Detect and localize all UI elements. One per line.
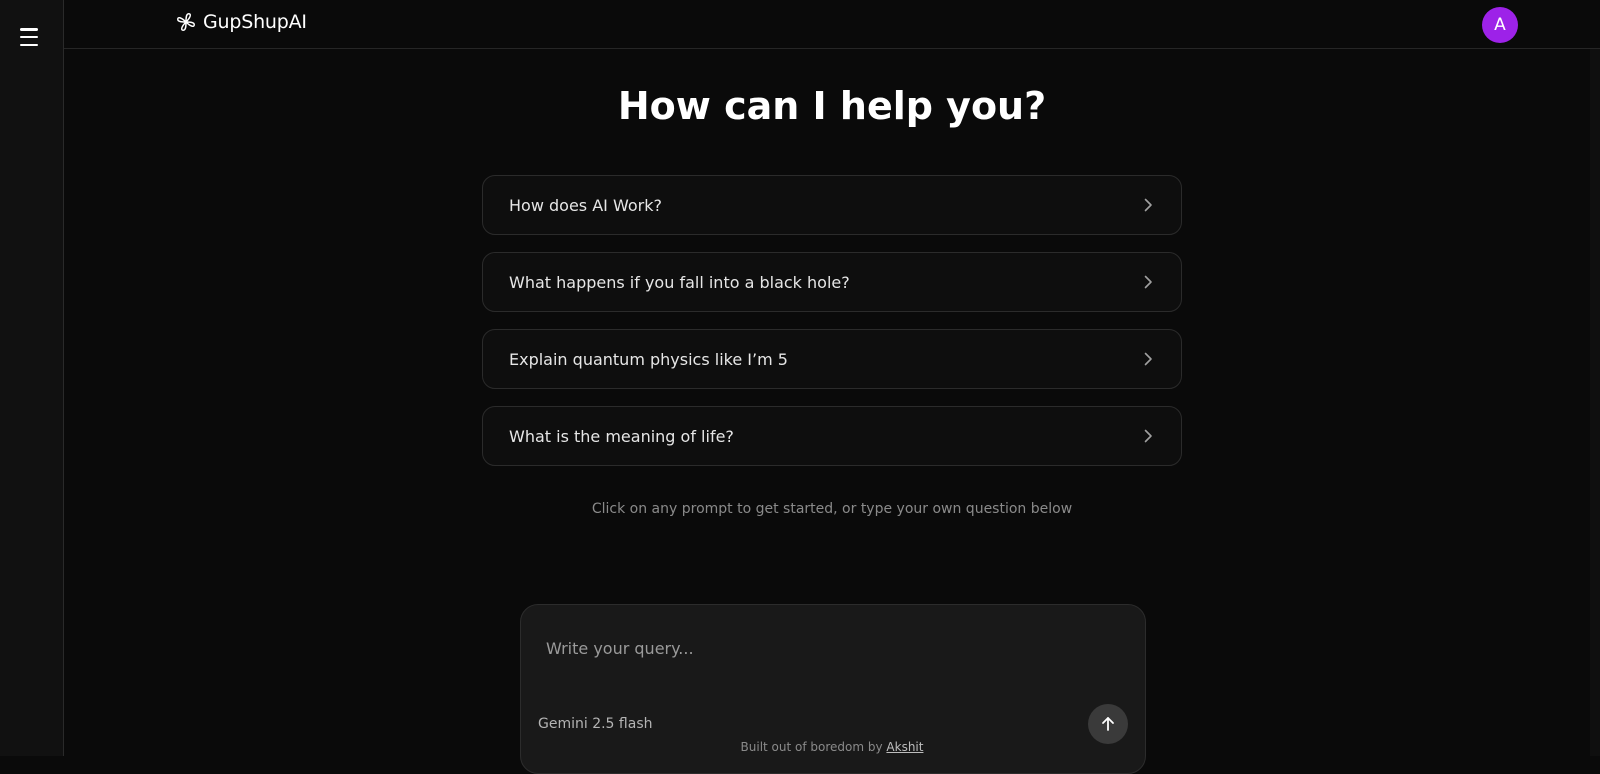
prompt-label: How does AI Work? [509,195,662,215]
prompt-hint: Click on any prompt to get started, or t… [591,501,1073,517]
arrow-up-icon [1102,717,1114,731]
top-bar: GupShupAI A [64,0,1600,49]
page-heading: How can I help you? [617,84,1047,128]
prompt-card[interactable]: What is the meaning of life? [482,406,1182,466]
prompt-label: What is the meaning of life? [509,426,734,446]
user-avatar[interactable]: A [1482,7,1518,43]
send-button[interactable] [1088,704,1128,744]
scrollbar[interactable] [1590,49,1600,756]
hamburger-menu-icon[interactable] [18,26,42,48]
chevron-right-icon [1144,429,1152,443]
prompt-label: Explain quantum physics like I’m 5 [509,349,788,369]
query-input[interactable] [546,633,1116,663]
prompt-card[interactable]: Explain quantum physics like I’m 5 [482,329,1182,389]
footer-credit: Built out of boredom by Akshit [64,740,1600,754]
app-logo[interactable]: GupShupAI [175,11,307,33]
author-link[interactable]: Akshit [886,740,923,754]
linked-loops-logo-icon [177,13,195,31]
menu-line [20,28,38,31]
prompt-label: What happens if you fall into a black ho… [509,272,850,292]
menu-line [20,43,38,46]
chevron-right-icon [1144,198,1152,212]
chevron-right-icon [1144,352,1152,366]
prompt-card[interactable]: How does AI Work? [482,175,1182,235]
model-selector[interactable]: Gemini 2.5 flash [538,716,652,732]
chevron-right-icon [1144,275,1152,289]
footer-text: Built out of boredom by [740,740,887,754]
prompt-card[interactable]: What happens if you fall into a black ho… [482,252,1182,312]
app-name: GupShupAI [203,11,307,33]
menu-line [20,35,38,39]
sidebar [0,0,64,756]
